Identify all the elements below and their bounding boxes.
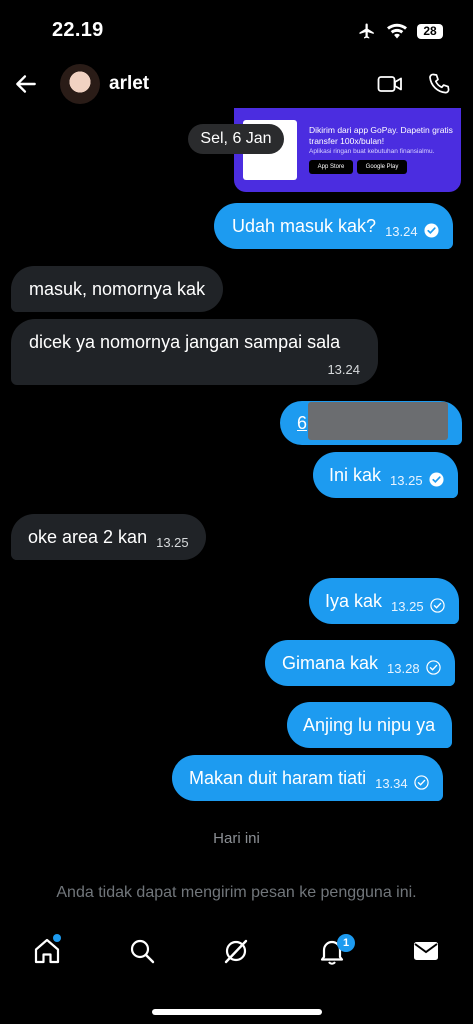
message-text: Iya kak (325, 590, 383, 611)
message-out[interactable]: Gimana kak 13.28 (265, 640, 455, 686)
video-call-icon[interactable] (377, 72, 403, 96)
google-play-badge[interactable]: Google Play (357, 160, 407, 174)
home-unread-dot (53, 934, 61, 942)
read-check-icon (424, 222, 439, 238)
message-text: Udah masuk kak? (232, 215, 377, 236)
message-time: 13.25 (391, 598, 424, 614)
message-out[interactable]: 6 (280, 401, 462, 445)
date-chip: Sel, 6 Jan (188, 124, 284, 154)
wifi-icon (387, 23, 407, 39)
home-indicator (152, 1009, 322, 1015)
app-store-badge[interactable]: App Store (309, 160, 353, 174)
back-arrow-icon[interactable] (13, 71, 39, 97)
airplane-icon (359, 23, 374, 39)
message-out[interactable]: Udah masuk kak? 13.24 (214, 203, 453, 249)
message-in[interactable]: masuk, nomornya kak (11, 266, 224, 312)
banner-title: Dikirim dari app GoPay. Dapetin gratis t… (309, 125, 453, 146)
message-text: Gimana kak (282, 652, 379, 673)
message-text: Makan duit haram tiati (189, 767, 367, 788)
message-out[interactable]: Iya kak 13.25 (309, 578, 459, 624)
avatar[interactable] (60, 64, 100, 104)
message-text: oke area 2 kan (28, 526, 148, 547)
message-time: 13.24 (327, 362, 360, 377)
notifications-badge: 1 (337, 934, 355, 952)
message-time: 13.34 (375, 775, 408, 791)
contact-name[interactable]: arlet (109, 73, 149, 95)
phone-icon[interactable] (426, 72, 452, 96)
message-in[interactable]: dicek ya nomornya jangan sampai sala 13.… (11, 319, 378, 385)
messages-envelope-icon[interactable] (412, 937, 440, 965)
sent-check-icon (413, 774, 429, 790)
day-divider: Hari ini (213, 830, 260, 847)
message-time: 13.25 (390, 472, 423, 488)
search-icon[interactable] (128, 937, 156, 965)
battery-icon: 28 (417, 23, 443, 39)
message-text: 6 (297, 412, 308, 433)
message-text: Anjing lu nipu ya (303, 714, 436, 735)
status-time: 22.19 (52, 19, 104, 41)
message-text: Ini kak (329, 464, 382, 485)
redacted-number (308, 402, 448, 440)
message-time: 13.24 (385, 223, 418, 239)
sent-check-icon (429, 597, 445, 613)
banner-subtitle: Aplikasi ringan buat kebutuhan finansial… (309, 148, 435, 155)
message-text: dicek ya nomornya jangan sampai sala (29, 332, 341, 352)
message-text: masuk, nomornya kak (29, 278, 206, 299)
read-check-icon (429, 471, 444, 487)
message-out[interactable]: Ini kak 13.25 (313, 452, 458, 498)
message-out[interactable]: Anjing lu nipu ya (287, 702, 453, 748)
message-out[interactable]: Makan duit haram tiati 13.34 (172, 755, 443, 801)
grok-icon[interactable] (222, 937, 250, 965)
status-icons: 28 (357, 22, 443, 40)
cannot-message-notice: Anda tidak dapat mengirim pesan ke pengg… (56, 884, 417, 901)
message-in[interactable]: oke area 2 kan 13.25 (11, 514, 206, 560)
message-time: 13.28 (387, 660, 420, 676)
sent-check-icon (425, 659, 441, 675)
message-time: 13.25 (156, 534, 189, 550)
